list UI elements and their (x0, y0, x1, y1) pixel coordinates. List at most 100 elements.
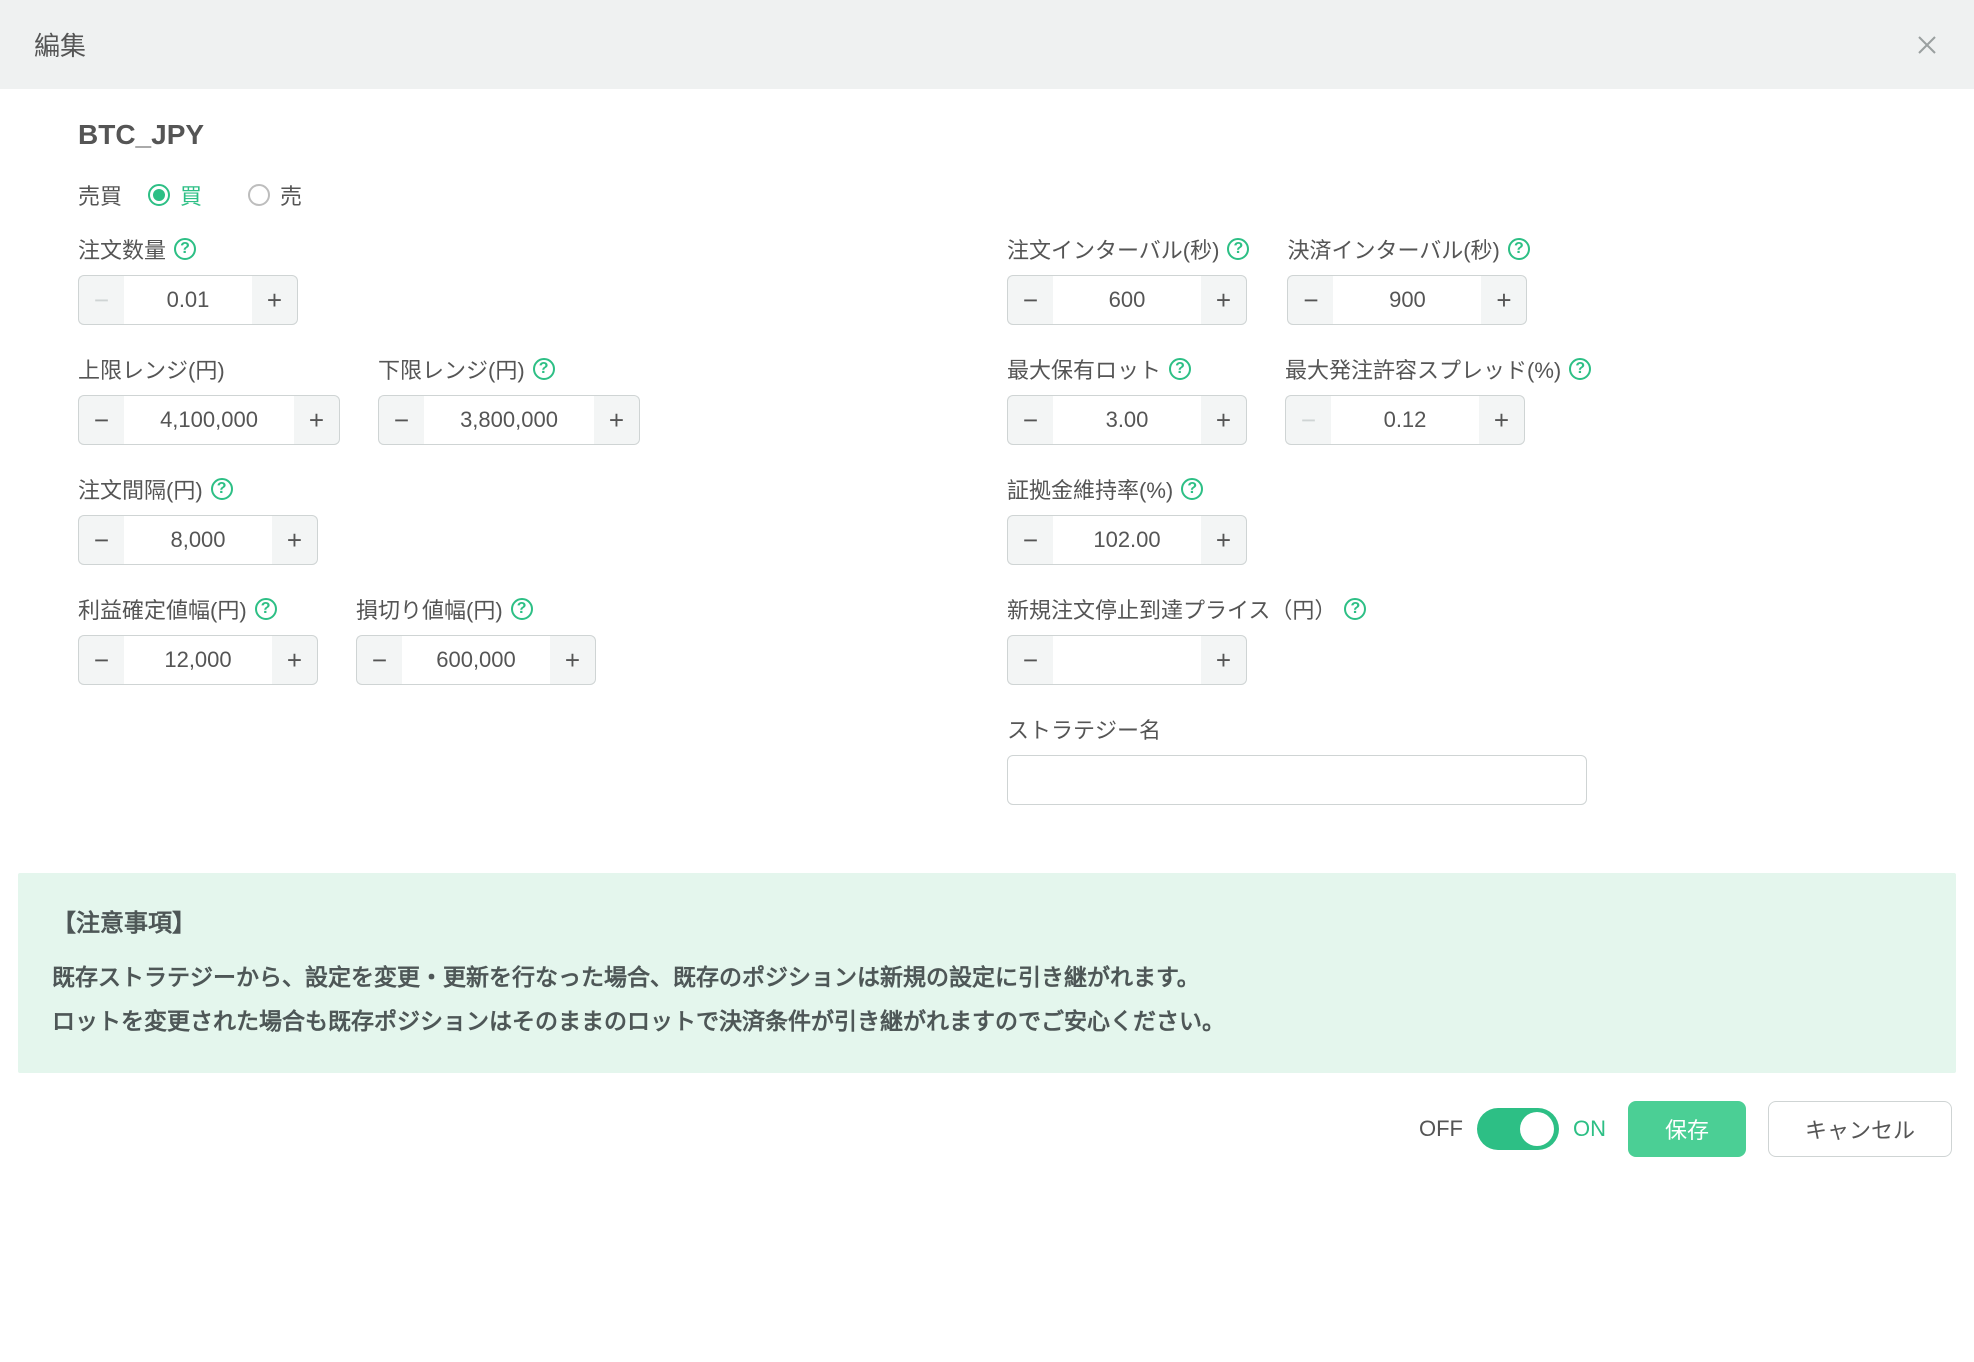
stepper-stop-price: − + (1007, 635, 1366, 685)
radio-icon (248, 184, 270, 206)
minus-button[interactable]: − (1007, 515, 1053, 565)
enable-toggle-group: OFF ON (1419, 1108, 1606, 1150)
value-settle-interval[interactable]: 900 (1333, 275, 1481, 325)
plus-button[interactable]: + (294, 395, 340, 445)
stepper-order-gap: − 8,000 + (78, 515, 318, 565)
minus-button[interactable]: − (78, 635, 124, 685)
dialog-body: BTC_JPY 売買 買 売 注文数量 ? − 0.01 (0, 89, 1974, 843)
plus-button[interactable]: + (252, 275, 298, 325)
notice-box: 【注意事項】 既存ストラテジーから、設定を変更・更新を行なった場合、既存のポジシ… (18, 873, 1956, 1073)
help-icon[interactable]: ? (174, 238, 196, 260)
radio-buy[interactable]: 買 (148, 179, 202, 211)
label-strategy-name: ストラテジー名 (1007, 713, 1161, 745)
radio-sell-label: 売 (280, 179, 302, 211)
value-upper-range[interactable]: 4,100,000 (124, 395, 294, 445)
label-order-gap: 注文間隔(円) (78, 473, 203, 505)
field-strategy-name: ストラテジー名 (1007, 713, 1587, 805)
label-settle-interval: 決済インターバル(秒) (1287, 233, 1499, 265)
radio-sell[interactable]: 売 (248, 179, 302, 211)
help-icon[interactable]: ? (255, 598, 277, 620)
close-icon (1916, 34, 1938, 56)
field-order-gap: 注文間隔(円) ? − 8,000 + (78, 473, 318, 565)
help-icon[interactable]: ? (533, 358, 555, 380)
minus-button[interactable]: − (1007, 395, 1053, 445)
value-lower-range[interactable]: 3,800,000 (424, 395, 594, 445)
help-icon[interactable]: ? (211, 478, 233, 500)
field-settle-interval: 決済インターバル(秒) ? − 900 + (1287, 233, 1529, 325)
field-margin-ratio: 証拠金維持率(%) ? − 102.00 + (1007, 473, 1247, 565)
plus-button[interactable]: + (272, 515, 318, 565)
plus-button[interactable]: + (1201, 515, 1247, 565)
minus-button[interactable]: − (1285, 395, 1331, 445)
label-max-spread: 最大発注許容スプレッド(%) (1285, 353, 1561, 385)
minus-button[interactable]: − (378, 395, 424, 445)
minus-button[interactable]: − (1007, 635, 1053, 685)
help-icon[interactable]: ? (1508, 238, 1530, 260)
stepper-max-spread: − 0.12 + (1285, 395, 1591, 445)
close-button[interactable] (1914, 32, 1940, 58)
enable-toggle[interactable] (1477, 1108, 1559, 1150)
toggle-off-label: OFF (1419, 1116, 1463, 1142)
value-order-interval[interactable]: 600 (1053, 275, 1201, 325)
stepper-order-qty: − 0.01 + (78, 275, 298, 325)
help-icon[interactable]: ? (1569, 358, 1591, 380)
field-order-interval: 注文インターバル(秒) ? − 600 + (1007, 233, 1249, 325)
radio-icon (148, 184, 170, 206)
field-stop-price: 新規注文停止到達プライス（円） ? − + (1007, 593, 1366, 685)
toggle-on-label: ON (1573, 1116, 1606, 1142)
toggle-knob-icon (1520, 1112, 1554, 1146)
help-icon[interactable]: ? (511, 598, 533, 620)
value-max-lots[interactable]: 3.00 (1053, 395, 1201, 445)
value-margin-ratio[interactable]: 102.00 (1053, 515, 1201, 565)
minus-button[interactable]: − (78, 395, 124, 445)
help-icon[interactable]: ? (1227, 238, 1249, 260)
label-tp-width: 利益確定値幅(円) (78, 593, 247, 625)
plus-button[interactable]: + (1201, 275, 1247, 325)
plus-button[interactable]: + (1481, 275, 1527, 325)
value-order-qty[interactable]: 0.01 (124, 275, 252, 325)
value-order-gap[interactable]: 8,000 (124, 515, 272, 565)
value-stop-price[interactable] (1053, 635, 1201, 685)
value-max-spread[interactable]: 0.12 (1331, 395, 1479, 445)
field-order-qty: 注文数量 ? − 0.01 + (78, 233, 298, 325)
field-sl-width: 損切り値幅(円) ? − 600,000 + (356, 593, 596, 685)
stepper-upper-range: − 4,100,000 + (78, 395, 340, 445)
buy-sell-row: 売買 買 売 (78, 179, 1896, 211)
value-tp-width[interactable]: 12,000 (124, 635, 272, 685)
dialog-footer: OFF ON 保存 キャンセル (0, 1073, 1974, 1185)
dialog-title: 編集 (34, 26, 86, 63)
input-strategy-name[interactable] (1007, 755, 1587, 805)
stepper-lower-range: − 3,800,000 + (378, 395, 640, 445)
label-max-lots: 最大保有ロット (1007, 353, 1161, 385)
plus-button[interactable]: + (594, 395, 640, 445)
stepper-sl-width: − 600,000 + (356, 635, 596, 685)
plus-button[interactable]: + (272, 635, 318, 685)
stepper-margin-ratio: − 102.00 + (1007, 515, 1247, 565)
minus-button[interactable]: − (356, 635, 402, 685)
minus-button[interactable]: − (78, 515, 124, 565)
plus-button[interactable]: + (550, 635, 596, 685)
dialog-header: 編集 (0, 0, 1974, 89)
help-icon[interactable]: ? (1181, 478, 1203, 500)
label-sl-width: 損切り値幅(円) (356, 593, 503, 625)
value-sl-width[interactable]: 600,000 (402, 635, 550, 685)
notice-line-2: ロットを変更された場合も既存ポジションはそのままのロットで決済条件が引き継がれま… (52, 1000, 1922, 1044)
notice-title: 【注意事項】 (52, 903, 1922, 938)
minus-button[interactable]: − (78, 275, 124, 325)
plus-button[interactable]: + (1479, 395, 1525, 445)
label-order-interval: 注文インターバル(秒) (1007, 233, 1219, 265)
plus-button[interactable]: + (1201, 635, 1247, 685)
notice-line-1: 既存ストラテジーから、設定を変更・更新を行なった場合、既存のポジションは新規の設… (52, 956, 1922, 1000)
stepper-tp-width: − 12,000 + (78, 635, 318, 685)
minus-button[interactable]: − (1287, 275, 1333, 325)
help-icon[interactable]: ? (1344, 598, 1366, 620)
label-margin-ratio: 証拠金維持率(%) (1007, 473, 1173, 505)
cancel-button[interactable]: キャンセル (1768, 1101, 1952, 1157)
field-tp-width: 利益確定値幅(円) ? − 12,000 + (78, 593, 318, 685)
field-max-lots: 最大保有ロット ? − 3.00 + (1007, 353, 1247, 445)
field-lower-range: 下限レンジ(円) ? − 3,800,000 + (378, 353, 640, 445)
save-button[interactable]: 保存 (1628, 1101, 1746, 1157)
help-icon[interactable]: ? (1169, 358, 1191, 380)
plus-button[interactable]: + (1201, 395, 1247, 445)
minus-button[interactable]: − (1007, 275, 1053, 325)
